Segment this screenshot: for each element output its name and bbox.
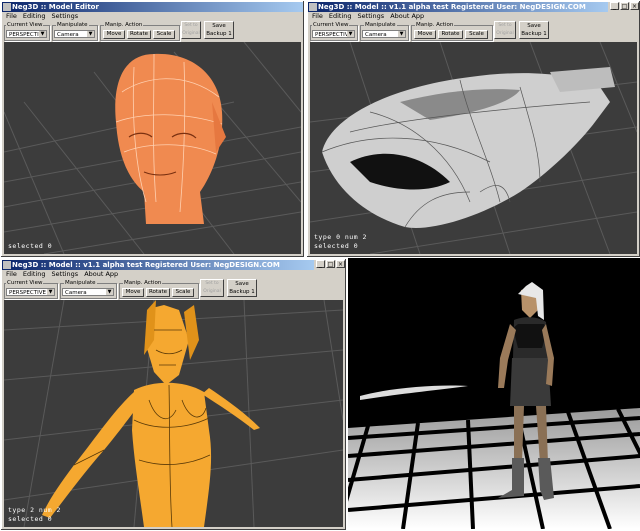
move-button[interactable]: Move: [414, 30, 436, 39]
chevron-down-icon: ▼: [87, 31, 94, 37]
head-model: [115, 53, 226, 225]
save-backup-button[interactable]: Save Backup 1: [227, 279, 257, 297]
manipulate-select[interactable]: Camera ▼: [362, 30, 406, 38]
current-view-label: Current View: [6, 22, 44, 28]
app-icon: [3, 261, 11, 269]
set-to-original-button[interactable]: Set to Original: [200, 279, 224, 297]
manipulate-select[interactable]: Camera ▼: [62, 288, 114, 296]
menu-file[interactable]: File: [6, 270, 17, 279]
save-backup-button[interactable]: Save Backup 1: [204, 21, 234, 39]
status-selected: selected 0: [314, 242, 359, 250]
move-button[interactable]: Move: [103, 30, 125, 39]
manip-action-group: Manip. Action Move Rotate Scale: [100, 22, 180, 41]
menu-editing[interactable]: Editing: [329, 12, 352, 21]
grid-and-head-render: [4, 42, 301, 254]
minimize-icon[interactable]: _: [316, 260, 325, 268]
window-controls: _ □ ×: [610, 2, 639, 10]
menu-about[interactable]: About App: [390, 12, 424, 21]
app-icon: [309, 3, 317, 11]
manipulate-group: Manipulate Camera ▼: [360, 22, 409, 41]
menu-editing[interactable]: Editing: [23, 12, 46, 21]
manip-action-group: Manip. Action Move Rotate Scale: [119, 280, 199, 299]
maximize-icon[interactable]: □: [620, 2, 629, 10]
manip-action-label: Manip. Action: [123, 280, 163, 286]
current-view-label: Current View: [312, 22, 350, 28]
manipulate-label: Manipulate: [64, 280, 97, 286]
manipulate-group: Manipulate Camera ▼: [52, 22, 98, 41]
scale-button[interactable]: Scale: [153, 30, 175, 39]
scale-button[interactable]: Scale: [465, 30, 488, 39]
current-view-label: Current View: [6, 280, 44, 286]
chevron-down-icon: ▼: [39, 31, 46, 37]
toolbar: Current View PERSPECTIVE ▼ Manipulate Ca…: [3, 21, 302, 41]
rotate-button[interactable]: Rotate: [438, 30, 463, 39]
current-view-group: Current View PERSPECTIVE ▼: [4, 280, 58, 299]
light-streak: [360, 385, 468, 400]
menu-file[interactable]: File: [6, 12, 17, 21]
3d-viewport[interactable]: type 0 num 2 selected 0: [310, 42, 637, 254]
chevron-down-icon: ▼: [47, 289, 54, 295]
window-title: Neg3D :: Model :: v1.1 alpha test Regist…: [12, 261, 280, 269]
3d-viewport[interactable]: selected 0: [4, 42, 301, 254]
title-bar[interactable]: Neg3D :: Model Editor: [2, 2, 303, 12]
model-editor-window-2: Neg3D :: Model :: v1.1 alpha test Regist…: [306, 0, 640, 258]
manipulate-label: Manipulate: [56, 22, 89, 28]
manipulate-label: Manipulate: [364, 22, 397, 28]
scale-button[interactable]: Scale: [172, 288, 194, 297]
menu-file[interactable]: File: [312, 12, 323, 21]
maximize-icon[interactable]: □: [326, 260, 335, 268]
menu-settings[interactable]: Settings: [52, 270, 79, 279]
minimize-icon[interactable]: _: [610, 2, 619, 10]
grid-and-car-render: [310, 42, 637, 254]
menu-bar: File Editing Settings: [3, 12, 302, 21]
menu-bar: File Editing Settings About App: [3, 270, 344, 279]
rotate-button[interactable]: Rotate: [127, 30, 151, 39]
window-title: Neg3D :: Model :: v1.1 alpha test Regist…: [318, 3, 586, 11]
set-to-original-button[interactable]: Set to Original: [494, 21, 516, 39]
close-icon[interactable]: ×: [336, 260, 345, 268]
status-selected: selected 0: [8, 242, 53, 250]
current-view-group: Current View PERSPECTIVE ▼: [4, 22, 50, 41]
checker-floor: [348, 408, 640, 529]
manip-action-group: Manip. Action Move Rotate Scale: [411, 22, 493, 41]
save-backup-button[interactable]: Save Backup 1: [519, 21, 549, 39]
chevron-down-icon: ▼: [347, 31, 354, 37]
manip-action-label: Manip. Action: [415, 22, 455, 28]
model-editor-window-3: Neg3D :: Model :: v1.1 alpha test Regist…: [0, 258, 347, 531]
grid-and-figure-render: [4, 300, 343, 527]
toolbar: Current View PERSPECTIVE ▼ Manipulate Ca…: [309, 21, 638, 41]
manipulate-select[interactable]: Camera ▼: [54, 30, 95, 38]
title-bar[interactable]: Neg3D :: Model :: v1.1 alpha test Regist…: [2, 260, 314, 270]
current-view-select[interactable]: PERSPECTIVE ▼: [312, 30, 355, 38]
app-icon: [3, 3, 11, 11]
window-title: Neg3D :: Model Editor: [12, 3, 99, 11]
status-type-num: type 2 num 2: [8, 506, 61, 514]
menu-about[interactable]: About App: [84, 270, 118, 279]
menu-settings[interactable]: Settings: [52, 12, 79, 21]
set-to-original-button[interactable]: Set to Original: [181, 21, 201, 39]
current-view-select[interactable]: PERSPECTIVE ▼: [6, 288, 55, 296]
menu-bar: File Editing Settings About App: [309, 12, 638, 21]
rendered-scene: [348, 282, 640, 529]
chevron-down-icon: ▼: [106, 289, 113, 295]
manip-action-label: Manip. Action: [104, 22, 144, 28]
3d-viewport[interactable]: type 2 num 2 selected 0: [4, 300, 343, 527]
current-view-group: Current View PERSPECTIVE ▼: [310, 22, 358, 41]
current-view-select[interactable]: PERSPECTIVE ▼: [6, 30, 47, 38]
menu-settings[interactable]: Settings: [358, 12, 385, 21]
rendered-scene-panel: [348, 258, 640, 529]
close-icon[interactable]: ×: [630, 2, 639, 10]
status-type-num: type 0 num 2: [314, 233, 367, 241]
move-button[interactable]: Move: [122, 288, 144, 297]
manipulate-group: Manipulate Camera ▼: [60, 280, 117, 299]
window-controls: _ □ ×: [316, 260, 345, 268]
toolbar: Current View PERSPECTIVE ▼ Manipulate Ca…: [3, 279, 344, 299]
chevron-down-icon: ▼: [398, 31, 405, 37]
rotate-button[interactable]: Rotate: [146, 288, 170, 297]
title-bar[interactable]: Neg3D :: Model :: v1.1 alpha test Regist…: [308, 2, 608, 12]
menu-editing[interactable]: Editing: [23, 270, 46, 279]
model-editor-window-1: Neg3D :: Model Editor File Editing Setti…: [0, 0, 305, 258]
status-selected: selected 0: [8, 515, 53, 523]
